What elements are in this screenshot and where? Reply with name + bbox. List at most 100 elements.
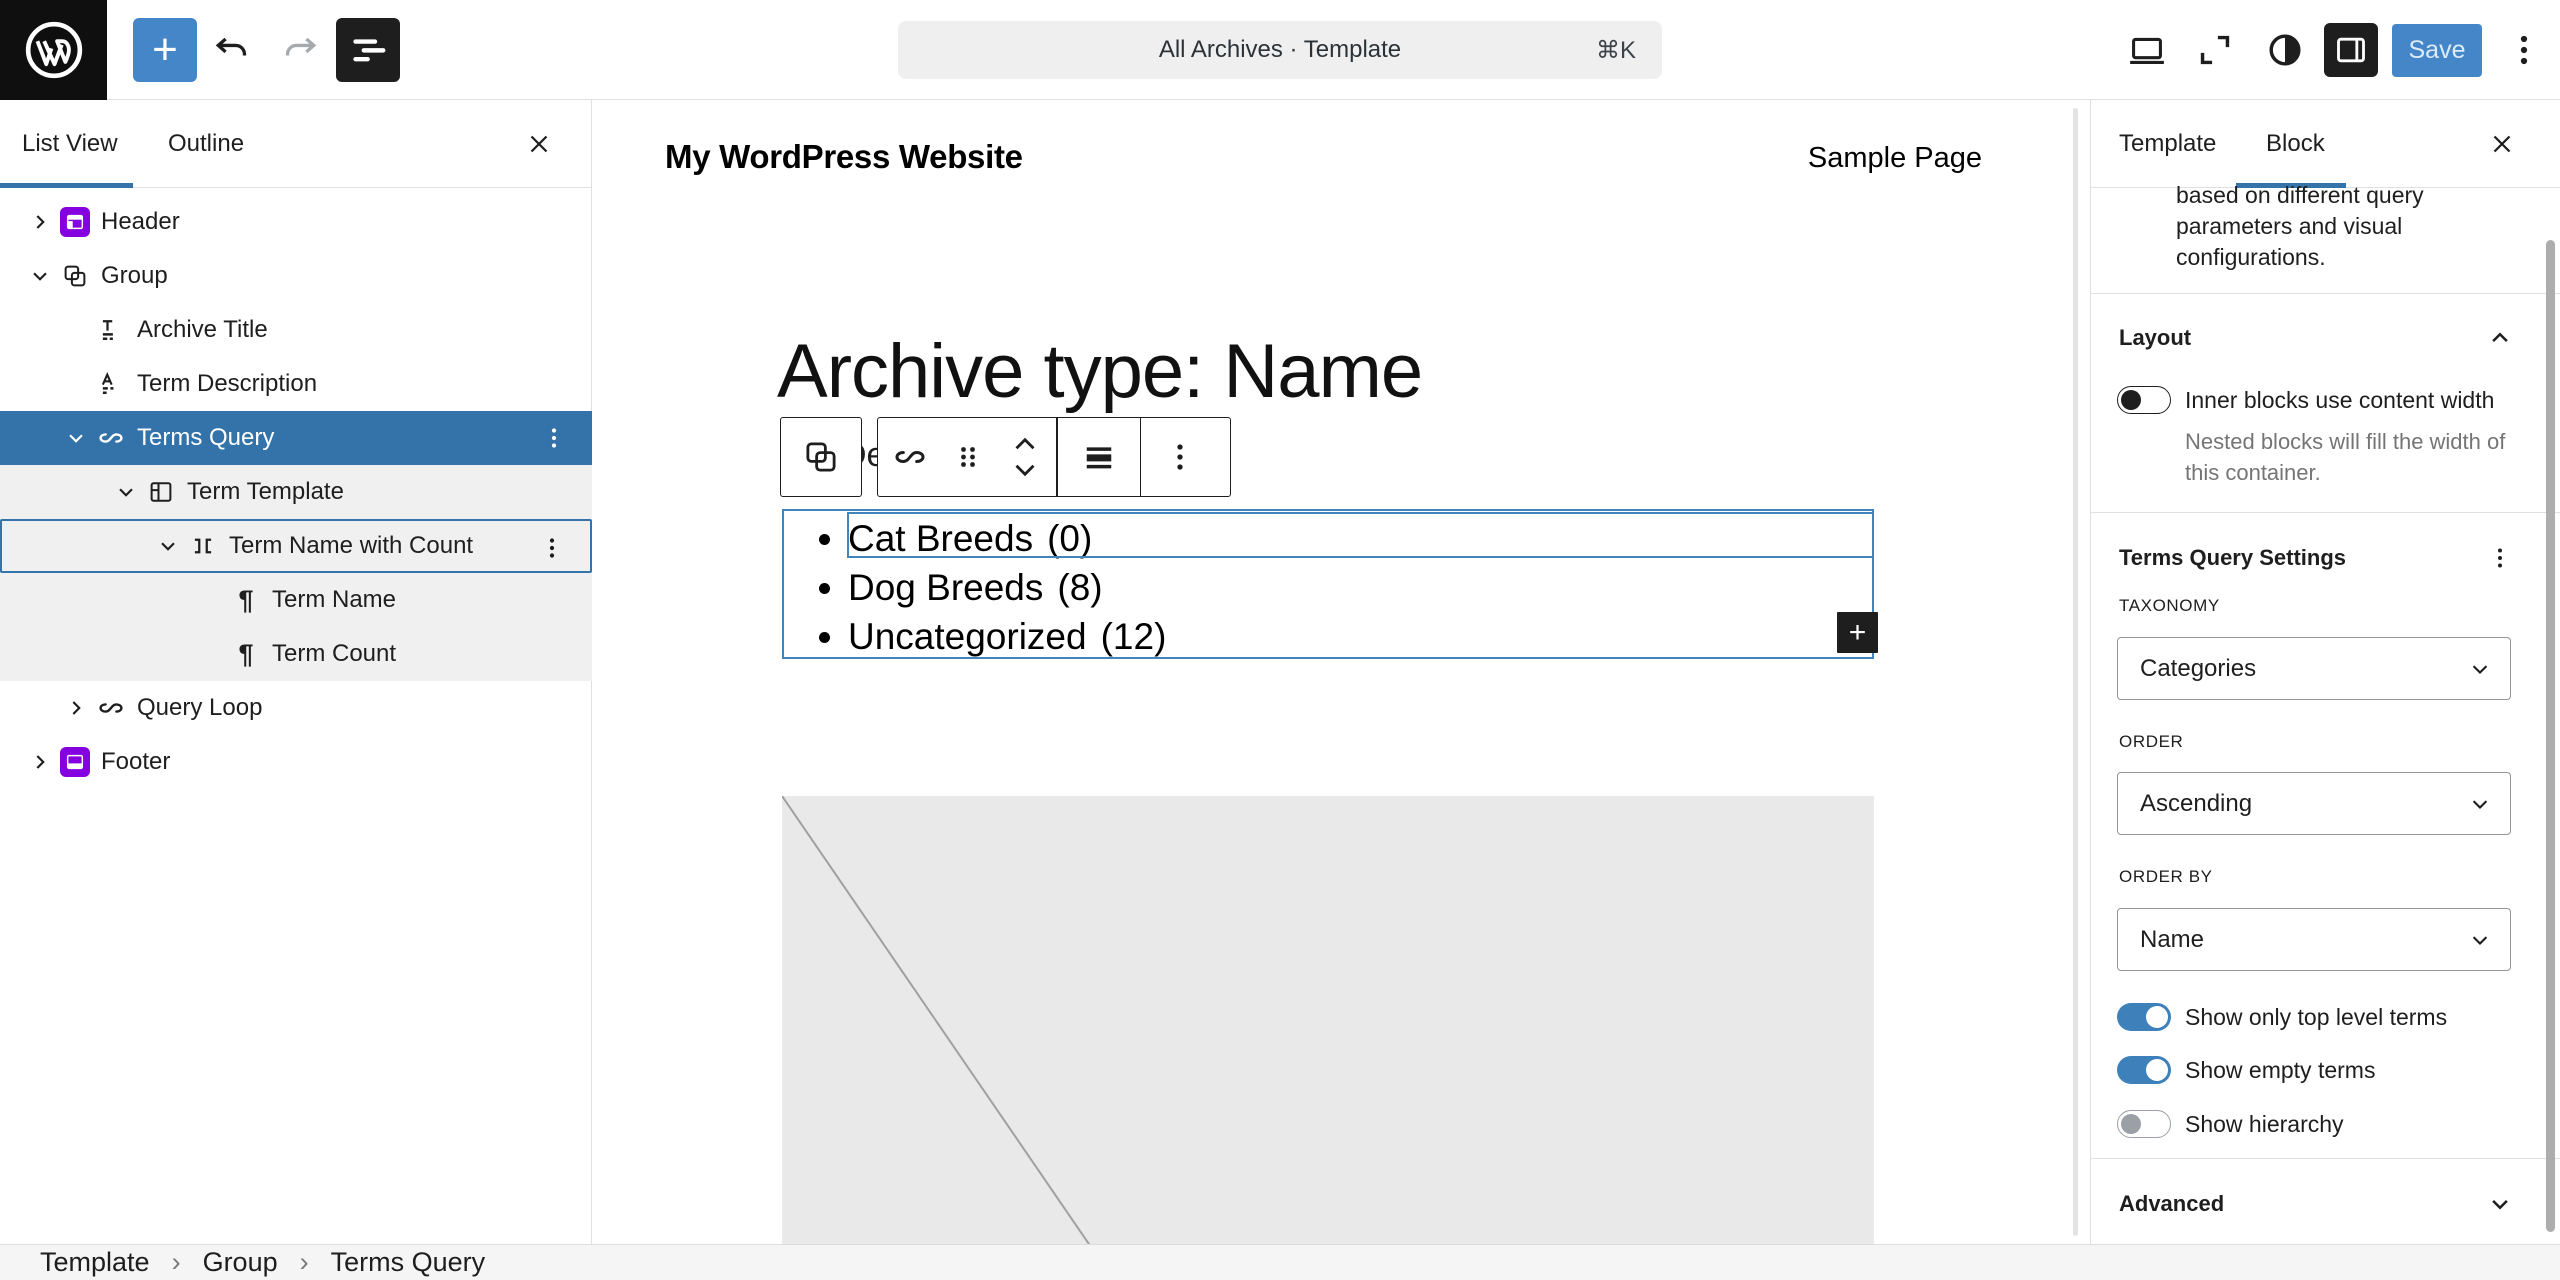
block-inserter-appender[interactable]: + (1837, 612, 1878, 653)
chevron-down-icon (2480, 1184, 2520, 1224)
list-item-footer[interactable]: Footer (0, 735, 592, 789)
list-item-header[interactable]: Header (0, 195, 592, 249)
list-item-term-name[interactable]: ¶ Term Name (0, 573, 592, 627)
list-item-term-description[interactable]: Term Description (0, 357, 592, 411)
toggle-help-text: Nested blocks will fill the width of thi… (2185, 426, 2545, 488)
layout-section-header[interactable]: Layout (2091, 314, 2560, 362)
show-empty-terms-toggle[interactable] (2117, 1056, 2171, 1084)
block-movers[interactable] (994, 418, 1056, 496)
list-view-toggle-button[interactable] (336, 18, 400, 82)
drag-handle[interactable] (942, 418, 994, 496)
kebab-icon (1160, 437, 1200, 477)
block-inserter-button[interactable]: + (133, 18, 197, 82)
order-by-select[interactable]: Name (2117, 908, 2511, 971)
term-description-block-icon (94, 367, 128, 401)
undo-button[interactable] (208, 18, 256, 82)
align-button[interactable] (1058, 418, 1140, 496)
list-item-term-count[interactable]: ¶ Term Count (0, 627, 592, 681)
section-divider (2091, 293, 2560, 294)
settings-kebab-button[interactable] (2480, 538, 2520, 578)
chevron-right-icon[interactable] (22, 204, 58, 240)
content-width-toggle[interactable] (2117, 386, 2171, 414)
move-down-icon (1008, 457, 1042, 483)
taxonomy-select[interactable]: Categories (2117, 637, 2511, 700)
options-menu-button[interactable] (2500, 18, 2548, 82)
chevron-down-icon[interactable] (58, 420, 94, 456)
chevron-down-icon[interactable] (22, 258, 58, 294)
list-item-term-name-with-count[interactable]: Term Name with Count (0, 519, 592, 573)
term-list-item[interactable]: Uncategorized(12) (848, 612, 1166, 661)
featured-image-placeholder[interactable] (782, 796, 1874, 1244)
row-options-kebab[interactable] (532, 528, 572, 568)
chevron-right-icon[interactable] (58, 690, 94, 726)
breadcrumb-bar: Template › Group › Terms Query (0, 1244, 2560, 1280)
placeholder-diagonal-line (782, 796, 1874, 1244)
term-name-with-count-selection-outline (847, 512, 1874, 558)
sidebar-panel-icon (2331, 30, 2371, 70)
header-template-part-icon (58, 205, 92, 239)
preview-device-button[interactable] (2123, 18, 2171, 82)
close-list-view-button[interactable] (517, 122, 561, 166)
archive-title-heading[interactable]: Archive type: Name (777, 328, 1422, 415)
list-view-icon (346, 28, 390, 72)
top-level-terms-toggle-row: Show only top level terms (2117, 995, 2540, 1039)
breadcrumb-template[interactable]: Template (40, 1247, 150, 1278)
list-item-archive-title[interactable]: Archive Title (0, 303, 592, 357)
order-label: ORDER (2119, 732, 2183, 752)
site-title[interactable]: My WordPress Website (665, 138, 1023, 176)
show-only-top-level-terms-toggle[interactable] (2117, 1003, 2171, 1031)
breadcrumb-terms-query[interactable]: Terms Query (331, 1247, 486, 1278)
term-list-item[interactable]: Dog Breeds(8) (848, 563, 1166, 612)
wordpress-logo[interactable] (0, 0, 107, 100)
close-settings-button[interactable] (2480, 122, 2524, 166)
keyboard-shortcut: ⌘K (1596, 21, 1636, 79)
block-type-button[interactable] (878, 418, 942, 496)
tab-list-view[interactable]: List View (22, 100, 118, 188)
list-item-query-loop[interactable]: Query Loop (0, 681, 592, 735)
list-item-group[interactable]: Group (0, 249, 592, 303)
breadcrumb-group[interactable]: Group (203, 1247, 278, 1278)
sidebar-scrollbar[interactable] (2546, 240, 2555, 1232)
settings-sidebar: Template Block based on different query … (2090, 100, 2560, 1244)
plus-icon: + (1849, 616, 1867, 650)
chevron-down-icon (2466, 926, 2494, 954)
canvas-scrollbar[interactable] (2073, 108, 2078, 1236)
settings-sidebar-toggle[interactable] (2324, 23, 2378, 77)
show-hierarchy-toggle-row: Show hierarchy (2117, 1102, 2540, 1146)
content-width-toggle-row: Inner blocks use content width (2117, 378, 2540, 422)
advanced-section-header[interactable]: Advanced (2091, 1180, 2560, 1228)
tab-template[interactable]: Template (2119, 100, 2216, 188)
chevron-down-icon[interactable] (150, 528, 186, 564)
list-item-terms-query[interactable]: Terms Query (0, 411, 592, 465)
tab-block[interactable]: Block (2266, 100, 2325, 188)
save-button[interactable]: Save (2392, 24, 2482, 77)
footer-template-part-icon (58, 745, 92, 779)
expand-icon (2192, 27, 2238, 73)
show-empty-terms-toggle-row: Show empty terms (2117, 1048, 2540, 1092)
list-view-panel: List View Outline Header (0, 100, 592, 1244)
terms-query-settings-header: Terms Query Settings (2091, 534, 2560, 582)
terms-query-block-icon (890, 437, 930, 477)
select-parent-icon (800, 436, 842, 478)
list-view-tabs: List View Outline (0, 100, 591, 188)
redo-button[interactable] (276, 18, 324, 82)
redo-icon (278, 28, 322, 72)
editor-canvas: My WordPress Website Sample Page Archive… (592, 100, 2090, 1244)
zoom-out-button[interactable] (2191, 18, 2239, 82)
show-hierarchy-toggle[interactable] (2117, 1110, 2171, 1138)
order-select[interactable]: Ascending (2117, 772, 2511, 835)
query-loop-block-icon (94, 691, 128, 725)
active-tab-underline (0, 183, 133, 188)
chevron-down-icon (2466, 655, 2494, 683)
block-options-button[interactable] (1141, 418, 1219, 496)
select-parent-button[interactable] (781, 418, 861, 496)
style-book-button[interactable] (2261, 18, 2309, 82)
row-options-kebab[interactable] (534, 418, 574, 458)
chevron-right-icon[interactable] (22, 744, 58, 780)
tab-outline[interactable]: Outline (168, 100, 244, 188)
command-center[interactable]: All Archives · Template ⌘K (898, 21, 1662, 79)
chevron-down-icon[interactable] (108, 474, 144, 510)
nav-link-sample-page[interactable]: Sample Page (1808, 142, 1982, 175)
list-item-term-template[interactable]: Term Template (0, 465, 592, 519)
chevron-down-icon (2466, 790, 2494, 818)
